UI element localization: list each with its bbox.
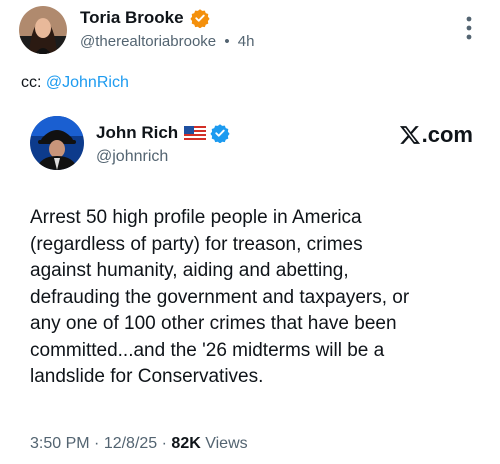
x-logo-icon — [399, 124, 421, 146]
author-meta: @therealtoriabrooke • 4h — [80, 33, 254, 50]
quoted-post-footer: 3:50 PM · 12/8/25 · 82K Views — [30, 435, 248, 453]
views-count[interactable]: 82K — [171, 435, 200, 452]
author-handle[interactable]: @therealtoriabrooke — [80, 33, 216, 50]
post-text-prefix: cc: — [21, 74, 46, 91]
quoted-post-body: Arrest 50 high profile people in America… — [30, 207, 410, 387]
meta-separator: • — [224, 33, 230, 50]
quoted-avatar[interactable] — [30, 116, 84, 170]
footer-separator: · — [89, 435, 104, 452]
mention-link[interactable]: @JohnRich — [46, 74, 129, 91]
verified-badge-icon — [190, 8, 210, 29]
avatar[interactable] — [19, 6, 67, 54]
x-com-label: .com — [399, 122, 473, 148]
quoted-author-name[interactable]: John Rich — [96, 123, 178, 143]
quoted-author-name-row: John Rich — [96, 123, 230, 144]
site-label: .com — [421, 122, 473, 147]
us-flag-icon — [184, 126, 207, 140]
post-text: cc: @JohnRich — [21, 74, 129, 92]
author-name[interactable]: Toria Brooke — [80, 8, 184, 28]
more-vertical-icon[interactable] — [466, 16, 472, 40]
post-date[interactable]: 12/8/25 — [104, 435, 157, 452]
views-label: Views — [200, 435, 248, 452]
post-time[interactable]: 4h — [238, 33, 255, 50]
verified-badge-icon — [210, 123, 230, 144]
footer-separator: · — [157, 435, 172, 452]
author-name-row: Toria Brooke — [80, 8, 210, 29]
post-timestamp[interactable]: 3:50 PM — [30, 435, 90, 452]
quoted-author-handle[interactable]: @johnrich — [96, 148, 168, 166]
post-screenshot: Toria Brooke @therealtoriabrooke • 4h cc… — [0, 0, 500, 464]
